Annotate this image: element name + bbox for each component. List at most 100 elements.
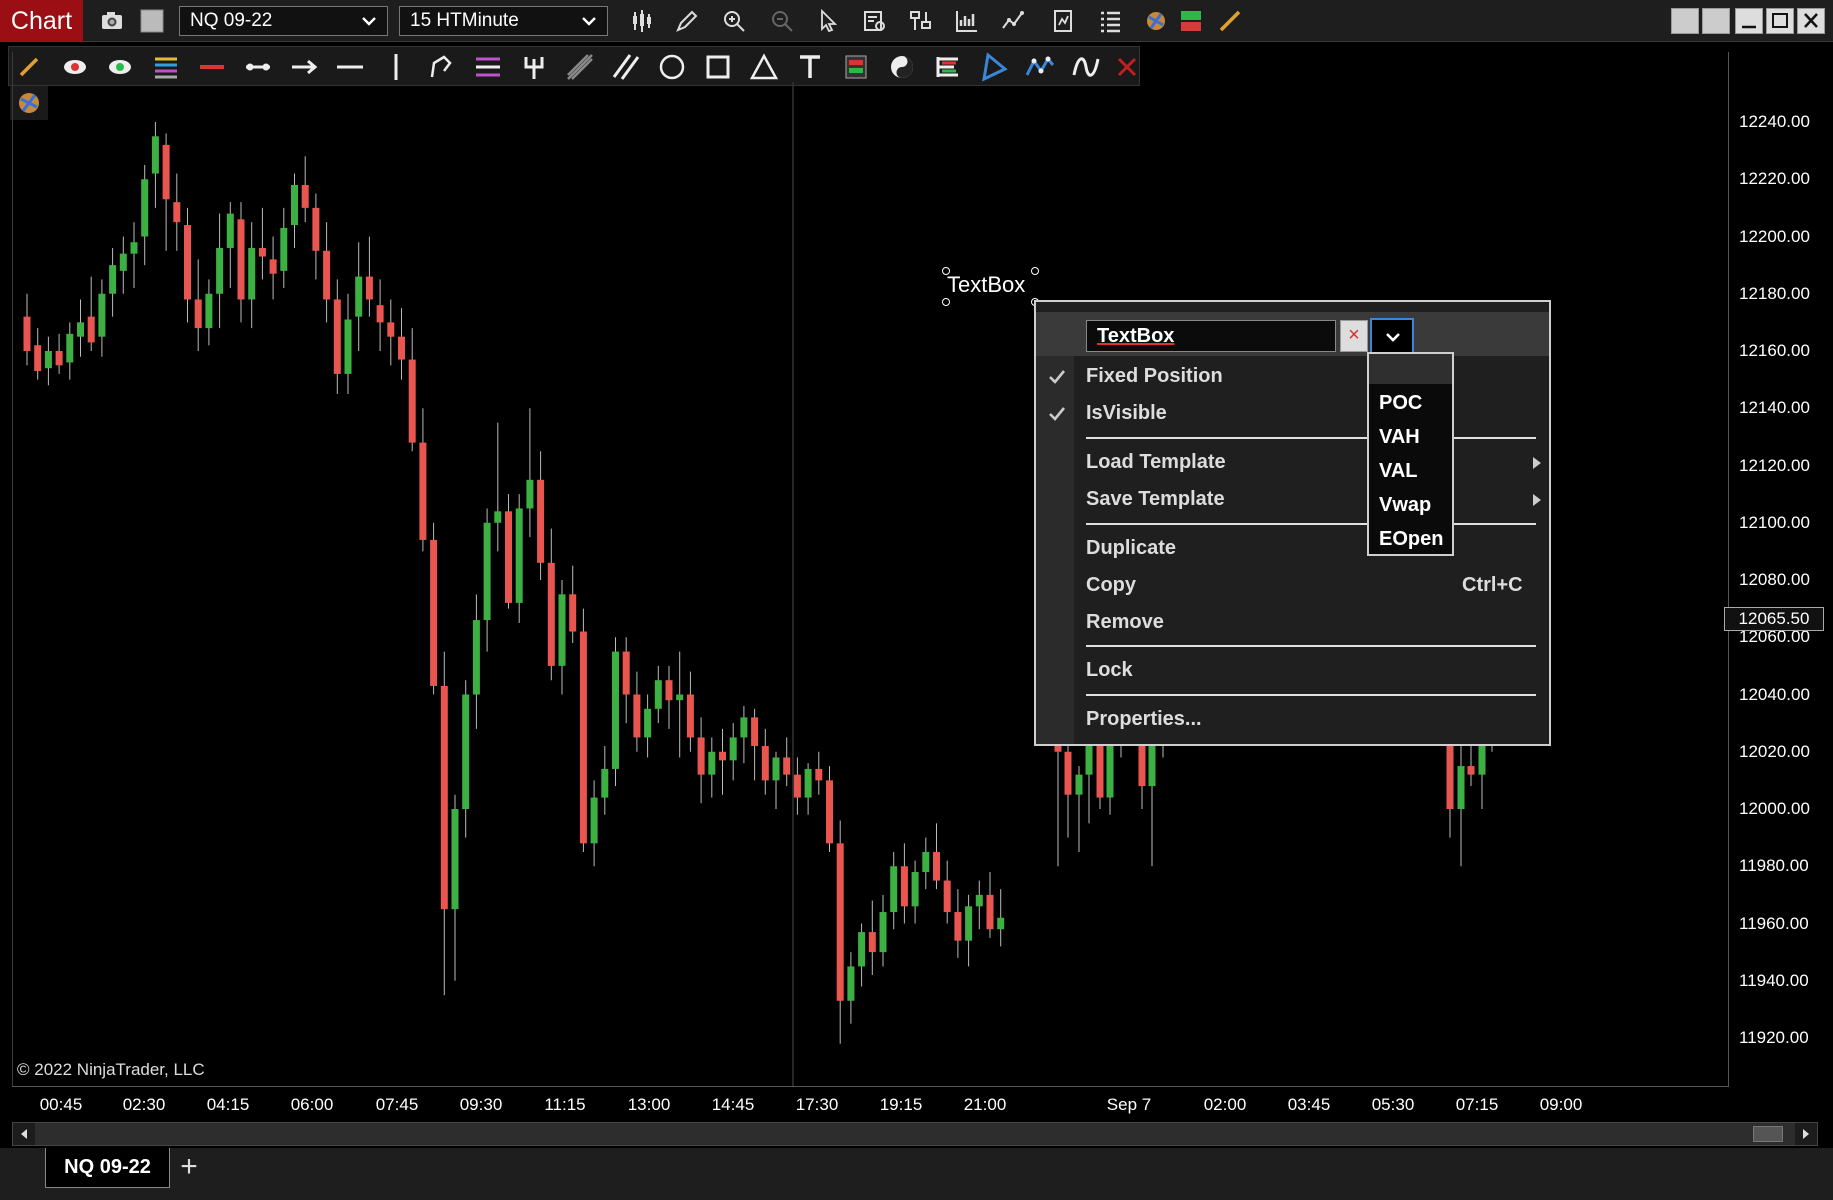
menu-item-save-template[interactable]: Save Template xyxy=(1086,488,1225,511)
time-tick-label: 19:15 xyxy=(879,1095,923,1114)
time-axis[interactable]: 00:45 02:30 04:15 06:00 07:45 09:30 11:15 13:00… xyxy=(12,1086,1729,1120)
horizontal-scrollbar[interactable] xyxy=(12,1122,1818,1146)
price-tick-label: 12080.00 xyxy=(1739,570,1810,589)
instrument-value: NQ 09-22 xyxy=(190,10,273,31)
candle-up xyxy=(676,694,684,701)
candle-down xyxy=(537,479,545,563)
candle-up xyxy=(772,757,780,781)
name-dropdown-button[interactable] xyxy=(1370,318,1414,354)
candle-down xyxy=(569,594,577,632)
drawing-name-input[interactable] xyxy=(1086,320,1336,352)
scroll-thumb[interactable] xyxy=(1753,1126,1783,1142)
interval-selector[interactable]: 15 HTMinute xyxy=(399,6,608,36)
candle-up xyxy=(879,912,887,953)
menu-item-load-template[interactable]: Load Template xyxy=(1086,451,1226,474)
candle-up xyxy=(109,265,117,294)
textbox-handle[interactable] xyxy=(942,267,950,275)
menu-item-fixed-position[interactable]: Fixed Position xyxy=(1086,365,1223,388)
candle-down xyxy=(665,680,673,701)
drawing-context-menu: × Fixed Position IsVisible Load Template… xyxy=(1034,300,1551,746)
menu-item-remove[interactable]: Remove xyxy=(1086,611,1164,634)
candle-up xyxy=(205,293,213,329)
candle-down xyxy=(900,866,908,907)
camera-icon[interactable] xyxy=(97,6,127,36)
minimize-icon[interactable] xyxy=(1735,8,1763,34)
price-axis[interactable]: 12240.00 12220.00 12200.00 12180.00 12160.00… xyxy=(1729,52,1833,1086)
menu-item-is-visible[interactable]: IsVisible xyxy=(1086,402,1167,425)
candle-up xyxy=(740,717,748,738)
candle-down xyxy=(547,562,555,666)
add-tab-button[interactable]: + xyxy=(172,1152,206,1186)
menu-item-copy[interactable]: Copy xyxy=(1086,574,1136,597)
candle-down xyxy=(1064,751,1072,795)
dropdown-option-vwap[interactable]: Vwap xyxy=(1379,494,1431,517)
tile-window-icon[interactable] xyxy=(1671,8,1699,34)
last-price-marker: 12065.50 xyxy=(1724,607,1824,631)
candle-down xyxy=(55,351,63,366)
time-tick-label: 00:45 xyxy=(39,1095,83,1114)
time-tick-label: 07:45 xyxy=(375,1095,419,1114)
menu-item-duplicate[interactable]: Duplicate xyxy=(1086,537,1176,560)
textbox-handle[interactable] xyxy=(1031,267,1039,275)
instrument-selector[interactable]: NQ 09-22 xyxy=(179,6,388,36)
price-tick-label: 12220.00 xyxy=(1739,169,1810,189)
candle-up xyxy=(66,333,74,363)
cascade-window-icon[interactable] xyxy=(1702,8,1730,34)
candle-up xyxy=(654,680,662,709)
textbox-handle[interactable] xyxy=(942,298,950,306)
close-icon[interactable] xyxy=(1797,8,1825,34)
templates-icon[interactable] xyxy=(1049,6,1079,36)
candle-down xyxy=(269,259,277,274)
dropdown-option-vah[interactable]: VAH xyxy=(1379,426,1420,449)
textbox-drawing[interactable]: TextBox xyxy=(947,272,1025,298)
pencil-icon[interactable] xyxy=(672,6,702,36)
tab-nq-09-22[interactable]: NQ 09-22 xyxy=(45,1148,170,1188)
price-tick-label: 12180.00 xyxy=(1739,283,1810,303)
data-box-icon[interactable] xyxy=(860,6,890,36)
candle-up xyxy=(119,253,127,271)
indicators-icon[interactable] xyxy=(952,6,982,36)
price-tick-label: 12000.00 xyxy=(1739,799,1810,818)
bar-type-icon[interactable] xyxy=(627,6,657,36)
candle-up xyxy=(858,932,866,967)
dropdown-option-val[interactable]: VAL xyxy=(1379,460,1418,483)
candle-down xyxy=(173,202,181,223)
menu-item-properties[interactable]: Properties... xyxy=(1086,708,1202,731)
price-tick-label: 11980.00 xyxy=(1739,856,1809,876)
candle-down xyxy=(986,894,994,930)
zoom-out-icon[interactable] xyxy=(767,6,797,36)
check-icon xyxy=(1049,407,1066,421)
candle-up xyxy=(922,851,930,872)
price-tick-label: 12020.00 xyxy=(1739,741,1810,761)
dropdown-option-poc[interactable]: POC xyxy=(1379,392,1422,415)
candle-down xyxy=(23,316,31,351)
time-tick-label: Sep 7 xyxy=(1106,1095,1152,1114)
trade-panel-icon[interactable] xyxy=(1176,6,1206,36)
candle-up xyxy=(1085,746,1093,775)
color-swatch-icon[interactable] xyxy=(137,6,167,36)
menu-item-lock[interactable]: Lock xyxy=(1086,659,1133,682)
candle-up xyxy=(248,247,256,300)
candle-down xyxy=(333,299,341,374)
object-list-icon[interactable] xyxy=(1095,6,1125,36)
dropdown-option-eopen[interactable]: EOpen xyxy=(1379,528,1443,551)
candle-down xyxy=(815,768,823,781)
scroll-left-button[interactable] xyxy=(13,1123,35,1145)
maximize-icon[interactable] xyxy=(1766,8,1794,34)
candle-down xyxy=(1467,766,1475,775)
wizard-icon[interactable] xyxy=(1141,6,1171,36)
pointer-icon[interactable] xyxy=(813,6,843,36)
candle-down xyxy=(237,219,245,300)
zoom-in-icon[interactable] xyxy=(719,6,749,36)
menu-separator xyxy=(1086,437,1536,439)
scroll-right-button[interactable] xyxy=(1795,1123,1817,1145)
chart-style-icon[interactable] xyxy=(906,6,936,36)
strategies-icon[interactable] xyxy=(998,6,1028,36)
candle-down xyxy=(258,247,266,257)
candle-up xyxy=(216,247,224,294)
price-tick-label: 12120.00 xyxy=(1739,455,1810,475)
candle-up xyxy=(226,213,234,248)
draw-tool-icon[interactable] xyxy=(1215,6,1245,36)
clear-name-button[interactable]: × xyxy=(1340,320,1368,352)
dropdown-empty-option[interactable] xyxy=(1369,354,1452,384)
